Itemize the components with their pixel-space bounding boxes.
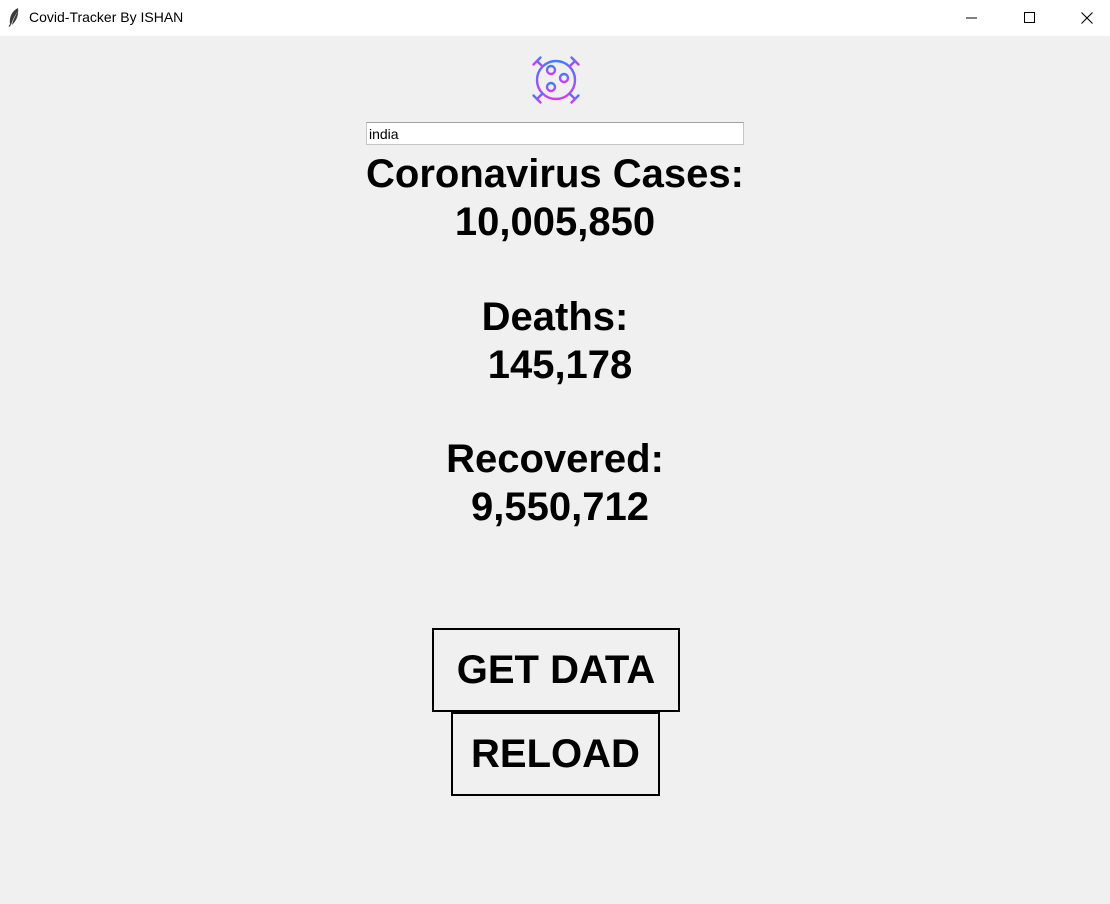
- feather-icon: [8, 8, 19, 27]
- recovered-label: Recovered:: [446, 437, 664, 481]
- minimize-button[interactable]: [943, 0, 1001, 36]
- cases-label: Coronavirus Cases:: [366, 152, 744, 196]
- maximize-icon: [1024, 12, 1035, 23]
- minimize-icon: [966, 17, 977, 19]
- app-window: Covid-Tracker By ISHAN india Coronavirus…: [0, 0, 1110, 904]
- reload-button[interactable]: RELOAD: [451, 712, 660, 796]
- cases-value: 10,005,850: [454, 200, 656, 244]
- maximize-button[interactable]: [1001, 0, 1059, 36]
- virus-icon: [525, 49, 587, 111]
- country-input[interactable]: [366, 122, 744, 145]
- window-title: Covid-Tracker By ISHAN: [29, 9, 184, 25]
- get-data-button[interactable]: GET DATA: [432, 628, 680, 712]
- deaths-label: Deaths:: [481, 295, 629, 339]
- recovered-value: 9,550,712: [471, 485, 649, 529]
- title-bar[interactable]: Covid-Tracker By ISHAN: [0, 0, 1110, 36]
- close-icon: [1081, 12, 1093, 24]
- deaths-value: 145,178: [487, 343, 633, 387]
- close-button[interactable]: [1059, 0, 1110, 36]
